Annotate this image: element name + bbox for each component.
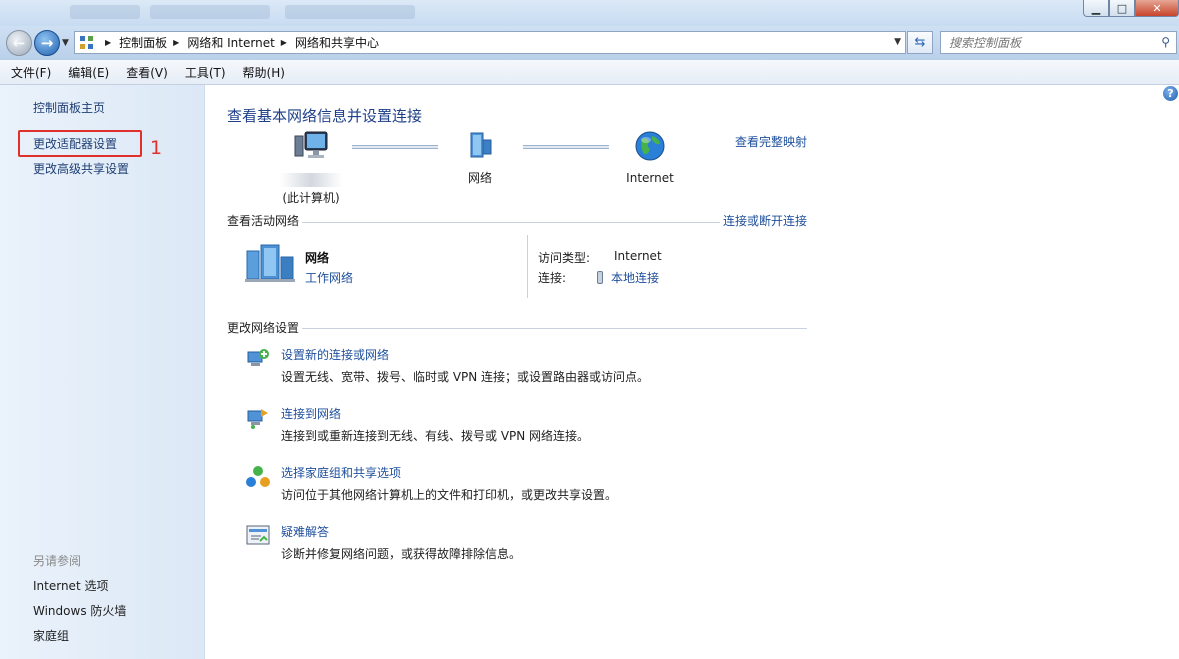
breadcrumb-network-sharing-center[interactable]: 网络和共享中心 xyxy=(295,34,379,51)
blurred-computer-name xyxy=(280,173,342,187)
access-type-value: Internet xyxy=(614,249,662,263)
navigation-bar: ← → ▼ ▶ 控制面板 ▶ 网络和 Internet ▶ 网络和共享中心 ▼ … xyxy=(0,26,1179,60)
network-type-link[interactable]: 工作网络 xyxy=(305,269,353,286)
task-description: 设置无线、宽带、拨号、临时或 VPN 连接；或设置路由器或访问点。 xyxy=(281,370,650,384)
menu-edit[interactable]: 编辑(E) xyxy=(65,62,112,83)
chevron-right-icon[interactable]: ▶ xyxy=(281,38,287,47)
menu-view[interactable]: 查看(V) xyxy=(123,62,171,83)
address-dropdown-icon[interactable]: ▼ xyxy=(894,37,901,47)
homegroup-icon xyxy=(246,466,270,487)
globe-icon xyxy=(635,131,665,161)
connect-network-icon xyxy=(247,409,268,429)
active-network-name: 网络 xyxy=(305,251,330,265)
forward-button[interactable]: → xyxy=(34,30,60,56)
troubleshoot-icon xyxy=(246,525,270,545)
refresh-button[interactable]: ⇆ xyxy=(907,31,933,54)
sidebar-link-change-adapter-settings[interactable]: 更改适配器设置 xyxy=(33,135,117,152)
help-icon[interactable]: ? xyxy=(1163,86,1178,101)
map-node-computer[interactable]: (此计算机) xyxy=(280,130,342,206)
connect-to-network-link[interactable]: 连接到网络 xyxy=(281,405,341,422)
section-divider xyxy=(302,222,720,223)
section-divider xyxy=(302,328,807,329)
task-description: 诊断并修复网络问题，或获得故障排除信息。 xyxy=(281,547,522,561)
menu-bar: 文件(F) 编辑(E) 查看(V) 工具(T) 帮助(H) xyxy=(0,60,1179,85)
window-controls: ▁ □ ✕ xyxy=(1083,0,1179,17)
connection-label: 连接: xyxy=(538,271,567,285)
computer-caption: (此计算机) xyxy=(282,191,340,205)
map-node-internet[interactable]: Internet xyxy=(622,130,678,185)
blurred-tab xyxy=(285,5,415,19)
sidebar-link-control-panel-home[interactable]: 控制面板主页 xyxy=(33,99,105,116)
active-networks-heading: 查看活动网络 xyxy=(227,214,300,228)
map-connector-line xyxy=(523,145,609,149)
map-node-network[interactable]: 网络 xyxy=(455,130,505,186)
troubleshoot-link[interactable]: 疑难解答 xyxy=(281,523,329,540)
see-also-internet-options[interactable]: Internet 选项 xyxy=(33,577,108,594)
vertical-divider xyxy=(527,235,528,298)
connect-disconnect-link[interactable]: 连接或断开连接 xyxy=(723,212,807,229)
breadcrumb: ▶ 控制面板 ▶ 网络和 Internet ▶ 网络和共享中心 xyxy=(99,34,379,51)
network-icon xyxy=(470,132,492,158)
see-also-windows-firewall[interactable]: Windows 防火墙 xyxy=(33,602,126,619)
page-title: 查看基本网络信息并设置连接 xyxy=(227,107,423,125)
access-type-label: 访问类型: xyxy=(538,251,591,265)
homegroup-sharing-link[interactable]: 选择家庭组和共享选项 xyxy=(281,464,401,481)
blurred-tab xyxy=(70,5,140,19)
ethernet-plug-icon xyxy=(597,271,603,284)
map-connector-line xyxy=(352,145,438,149)
network-building-icon xyxy=(245,244,295,282)
minimize-button[interactable]: ▁ xyxy=(1083,0,1109,17)
internet-label: Internet xyxy=(626,171,674,185)
network-label: 网络 xyxy=(467,171,492,185)
task-description: 访问位于其他网络计算机上的文件和打印机，或更改共享设置。 xyxy=(281,488,618,502)
chevron-right-icon[interactable]: ▶ xyxy=(173,38,179,47)
see-also-homegroup[interactable]: 家庭组 xyxy=(33,627,69,644)
blurred-tab xyxy=(150,5,270,19)
recent-pages-dropdown[interactable]: ▼ xyxy=(62,38,69,48)
sidebar: 控制面板主页 更改适配器设置 1 更改高级共享设置 另请参阅 Internet … xyxy=(0,85,205,659)
refresh-icon: ⇆ xyxy=(914,35,926,50)
change-settings-heading: 更改网络设置 xyxy=(227,321,300,335)
search-input[interactable] xyxy=(949,35,1154,50)
breadcrumb-network-internet[interactable]: 网络和 Internet xyxy=(187,34,274,51)
address-bar[interactable]: ▶ 控制面板 ▶ 网络和 Internet ▶ 网络和共享中心 ▼ xyxy=(74,31,906,54)
back-button[interactable]: ← xyxy=(6,30,32,56)
chevron-right-icon[interactable]: ▶ xyxy=(105,38,111,47)
sidebar-link-advanced-sharing[interactable]: 更改高级共享设置 xyxy=(33,160,129,177)
close-button[interactable]: ✕ xyxy=(1135,0,1179,17)
maximize-button[interactable]: □ xyxy=(1109,0,1135,17)
setup-new-connection-link[interactable]: 设置新的连接或网络 xyxy=(281,346,389,363)
menu-tools[interactable]: 工具(T) xyxy=(182,62,229,83)
control-panel-icon xyxy=(79,35,95,51)
menu-help[interactable]: 帮助(H) xyxy=(240,62,288,83)
computer-icon xyxy=(294,131,328,158)
see-also-title: 另请参阅 xyxy=(33,554,82,568)
arrow-left-icon: ← xyxy=(12,34,26,52)
local-connection-link[interactable]: 本地连接 xyxy=(611,271,659,285)
connection-entry[interactable]: 本地连接 xyxy=(597,269,659,286)
menu-file[interactable]: 文件(F) xyxy=(8,62,54,83)
task-description: 连接到或重新连接到无线、有线、拨号或 VPN 网络连接。 xyxy=(281,429,590,443)
new-connection-icon xyxy=(247,349,269,366)
search-icon[interactable]: ⚲ xyxy=(1161,35,1170,49)
view-full-map-link[interactable]: 查看完整映射 xyxy=(735,133,807,150)
annotation-number: 1 xyxy=(150,137,163,159)
arrow-right-icon: → xyxy=(40,34,54,52)
title-bar: ▁ □ ✕ xyxy=(0,0,1179,26)
breadcrumb-control-panel[interactable]: 控制面板 xyxy=(119,34,167,51)
search-box[interactable]: ⚲ xyxy=(940,31,1177,54)
